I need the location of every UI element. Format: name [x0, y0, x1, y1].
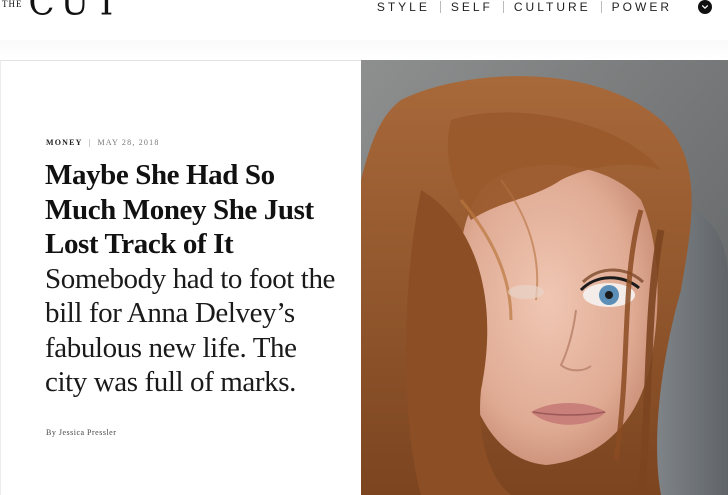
site-logo[interactable]: THE CUT: [0, 0, 124, 22]
headline-block: Maybe She Had So Much Money She Just Los…: [45, 158, 337, 400]
article-kicker: MONEY | MAY 28, 2018: [46, 138, 160, 147]
chevron-down-icon: [701, 5, 709, 9]
hero-story: MONEY | MAY 28, 2018 Maybe She Had So Mu…: [0, 60, 728, 495]
article-headline[interactable]: Maybe She Had So Much Money She Just Los…: [45, 159, 314, 260]
article-byline: By Jessica Pressler: [46, 428, 117, 437]
nav-item-style[interactable]: STYLE: [367, 1, 440, 13]
portrait-photo: [361, 60, 728, 495]
nav-menu-toggle[interactable]: [698, 0, 712, 14]
article-rubric[interactable]: MONEY: [46, 138, 83, 147]
site-header: THE CUT STYLE SELF CULTURE POWER: [0, 0, 728, 40]
logo-the: THE: [2, 0, 23, 9]
article-date: MAY 28, 2018: [97, 138, 160, 147]
main-nav: STYLE SELF CULTURE POWER: [367, 0, 682, 14]
article-dek: Somebody had to foot the bill for Anna D…: [45, 262, 336, 399]
hero-text-panel: MONEY | MAY 28, 2018 Maybe She Had So Mu…: [0, 60, 361, 495]
header-divider: [0, 40, 728, 60]
nav-item-self[interactable]: SELF: [441, 1, 503, 13]
nav-item-culture[interactable]: CULTURE: [504, 1, 601, 13]
kicker-separator: |: [88, 138, 92, 147]
logo-wordmark: CUT: [28, 0, 124, 25]
nav-item-power[interactable]: POWER: [602, 1, 682, 13]
hero-photo[interactable]: [361, 60, 728, 495]
